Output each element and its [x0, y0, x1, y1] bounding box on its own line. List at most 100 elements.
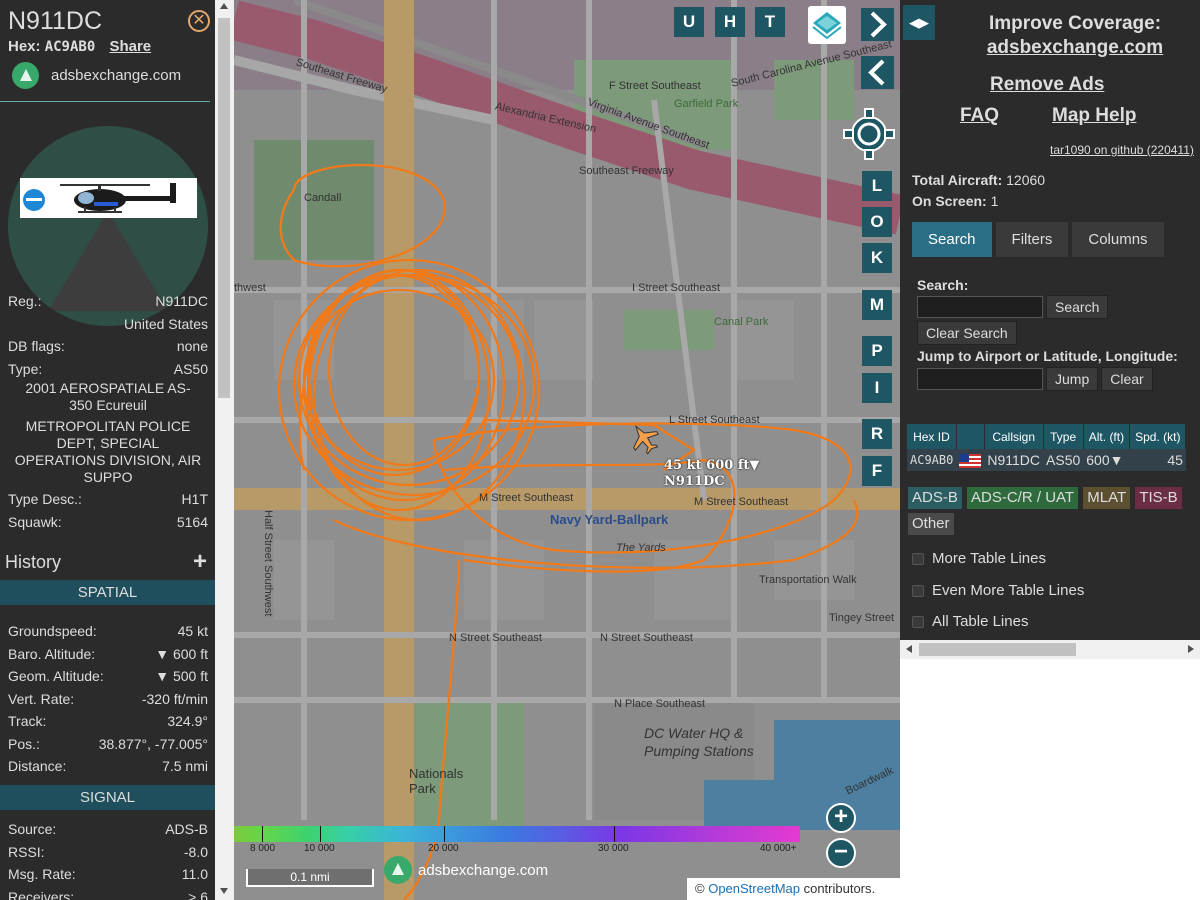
cell-hex: AC9AB0: [907, 449, 957, 472]
street-label: F Street Southeast: [609, 80, 701, 92]
column-header-hex[interactable]: Hex ID: [907, 424, 957, 449]
close-icon[interactable]: ✕: [188, 10, 210, 32]
spatial-label: Groundspeed:: [8, 623, 97, 639]
legend-tisb[interactable]: TIS-B: [1135, 487, 1182, 509]
signal-row: RSSI: -8.0: [8, 841, 208, 864]
legend-other[interactable]: Other: [908, 513, 954, 535]
legend-adsc-uat[interactable]: ADS-C/R / UAT: [967, 487, 1079, 509]
table-line-options: More Table Lines Even More Table Lines A…: [912, 543, 1084, 638]
place-label: DC Water HQ & Pumping Stations: [644, 725, 754, 759]
map-button-p[interactable]: P: [862, 336, 892, 366]
nav-forward-button[interactable]: [861, 8, 894, 41]
signal-header[interactable]: SIGNAL: [0, 785, 215, 810]
github-link[interactable]: tar1090 on github (220411): [1050, 143, 1194, 157]
layers-button[interactable]: [808, 6, 846, 44]
clear-search-button[interactable]: Clear Search: [917, 321, 1017, 345]
legend-adsb[interactable]: ADS-B: [908, 487, 962, 509]
sidebar-toggle-button[interactable]: ◀▶: [903, 5, 935, 40]
map-view[interactable]: Southeast Freeway F Street Southeast Sou…: [234, 0, 900, 900]
map-help-link[interactable]: Map Help: [1052, 105, 1136, 127]
checkbox-icon[interactable]: [912, 584, 924, 597]
cell-flag: [956, 449, 985, 472]
place-label: The Yards: [616, 542, 666, 554]
tab-filters[interactable]: Filters: [995, 222, 1069, 257]
reg-value: N911DC: [155, 293, 208, 309]
column-header-flag[interactable]: [956, 424, 985, 449]
improve-coverage: Improve Coverage: adsbexchange.com: [950, 12, 1200, 60]
left-panel-scrollbar[interactable]: [215, 0, 234, 900]
column-header-alt[interactable]: Alt. (ft): [1083, 424, 1131, 449]
checkbox-icon[interactable]: [912, 616, 924, 629]
checkbox-all-lines[interactable]: All Table Lines: [912, 606, 1084, 638]
map-button-o[interactable]: O: [862, 207, 892, 237]
map-canvas[interactable]: [234, 0, 900, 900]
checkbox-icon[interactable]: [912, 553, 924, 566]
aircraft-label[interactable]: 45 kt 600 ft▼ N911DC: [664, 458, 759, 490]
table-horizontal-scrollbar[interactable]: [900, 640, 1200, 659]
adsbx-site-link[interactable]: adsbexchange.com: [12, 62, 181, 89]
map-button-r[interactable]: R: [862, 419, 892, 449]
place-label: Candall: [304, 192, 342, 204]
signal-row: Source: ADS-B: [8, 818, 208, 841]
squawk-label: Squawk:: [8, 513, 62, 530]
share-link[interactable]: Share: [109, 38, 151, 55]
scroll-right-icon[interactable]: [1188, 645, 1194, 653]
type-value: AS50: [173, 360, 208, 377]
improve-link[interactable]: adsbexchange.com: [950, 36, 1200, 60]
search-button[interactable]: Search: [1046, 295, 1109, 319]
sidebar-panel: ◀▶ Improve Coverage: adsbexchange.com Re…: [900, 0, 1200, 900]
scroll-thumb[interactable]: [218, 18, 230, 398]
tab-search[interactable]: Search: [912, 222, 992, 257]
legend-mlat[interactable]: MLAT: [1083, 487, 1131, 509]
map-button-l[interactable]: L: [862, 171, 892, 201]
spatial-row: Distance: 7.5 nmi: [8, 755, 208, 778]
clear-button[interactable]: Clear: [1101, 367, 1153, 391]
map-button-f[interactable]: F: [862, 456, 892, 486]
on-screen-value: 1: [990, 193, 999, 209]
zoom-out-button[interactable]: −: [826, 838, 856, 868]
altitude-tick: 30 000: [598, 843, 629, 854]
scroll-up-icon[interactable]: [220, 3, 228, 9]
tab-columns[interactable]: Columns: [1072, 222, 1164, 257]
scroll-down-icon[interactable]: [220, 888, 228, 894]
column-header-callsign[interactable]: Callsign: [984, 424, 1044, 449]
spatial-label: Baro. Altitude:: [8, 645, 96, 662]
map-button-m[interactable]: M: [862, 290, 892, 320]
map-attribution: © OpenStreetMap contributors.: [687, 878, 900, 900]
jump-button[interactable]: Jump: [1046, 367, 1099, 391]
altitude-tick: 8 000: [250, 843, 276, 854]
spatial-label: Distance:: [8, 758, 67, 774]
search-input[interactable]: [917, 296, 1043, 318]
remove-ads-link[interactable]: Remove Ads: [990, 74, 1104, 96]
history-header[interactable]: History +: [0, 548, 215, 577]
map-button-k[interactable]: K: [862, 243, 892, 273]
on-screen-label: On Screen:: [912, 193, 987, 209]
history-expand-icon[interactable]: +: [193, 548, 207, 576]
search-area: Search: Search Clear Search Jump to Airp…: [917, 277, 1197, 391]
map-button-t[interactable]: T: [755, 7, 785, 37]
aircraft-photo[interactable]: [20, 178, 197, 218]
column-header-speed[interactable]: Spd. (kt): [1129, 424, 1187, 449]
park-label: Garfield Park: [674, 98, 739, 110]
spatial-header[interactable]: SPATIAL: [0, 580, 215, 605]
scroll-thumb[interactable]: [919, 643, 1076, 656]
map-button-i[interactable]: I: [862, 373, 892, 403]
checkbox-more-lines[interactable]: More Table Lines: [912, 543, 1084, 575]
signal-value: -8.0: [183, 843, 208, 860]
street-label: N Street Southeast: [600, 632, 693, 644]
table-row[interactable]: AC9AB0 N911DC AS50 600▼ 45: [907, 449, 1186, 472]
osm-link[interactable]: OpenStreetMap: [708, 881, 800, 896]
settings-button[interactable]: [842, 107, 896, 161]
scroll-left-icon[interactable]: [906, 645, 912, 653]
spatial-label: Vert. Rate:: [8, 690, 75, 707]
dbflags-label: DB flags:: [8, 338, 65, 354]
spatial-row: Pos.: 38.877°, -77.005°: [8, 733, 208, 756]
zoom-in-button[interactable]: +: [826, 803, 856, 833]
map-button-h[interactable]: H: [715, 7, 745, 37]
checkbox-even-more-lines[interactable]: Even More Table Lines: [912, 575, 1084, 607]
jump-input[interactable]: [917, 368, 1043, 390]
map-button-u[interactable]: U: [674, 7, 704, 37]
faq-link[interactable]: FAQ: [960, 105, 999, 127]
nav-back-button[interactable]: [861, 56, 894, 89]
column-header-type[interactable]: Type: [1043, 424, 1084, 449]
